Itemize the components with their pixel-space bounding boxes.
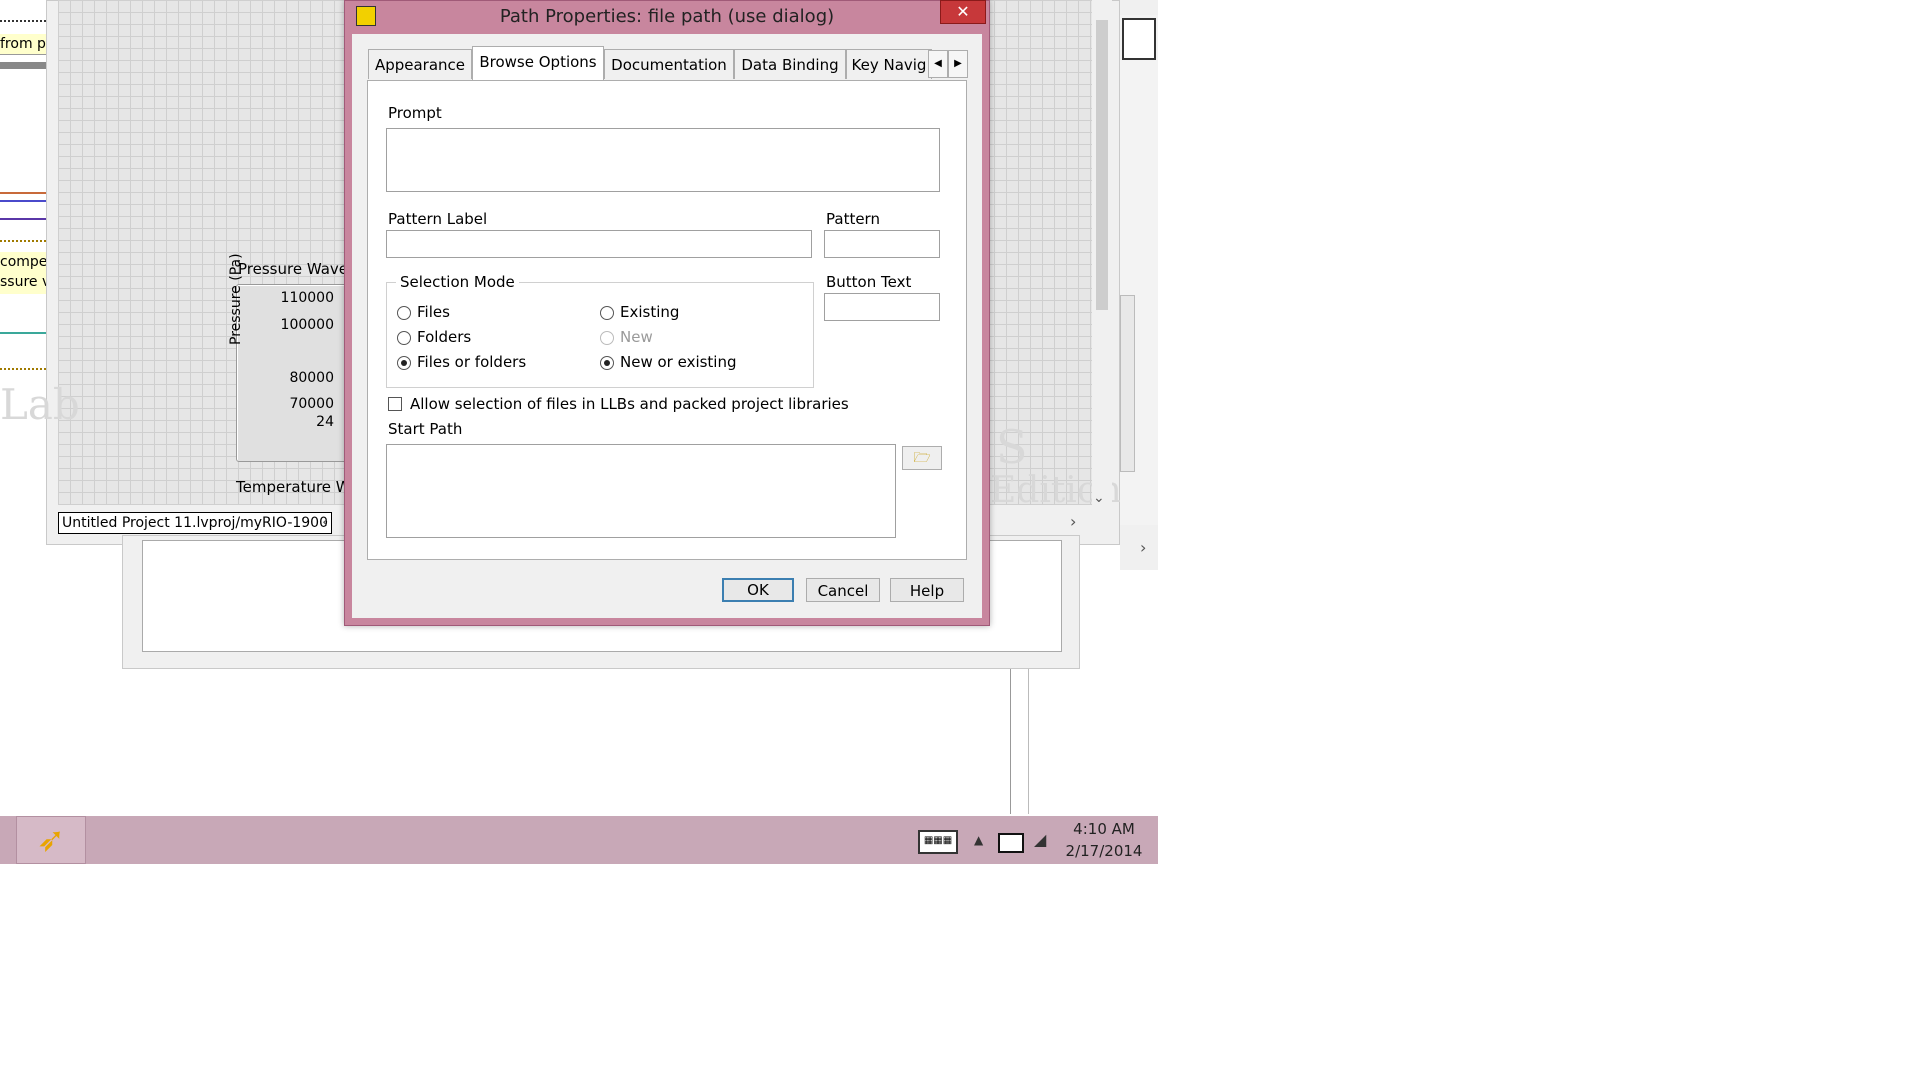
divider-line (1028, 669, 1029, 814)
tab-key-navigation[interactable]: Key Navig (846, 49, 932, 79)
wire-orange (0, 192, 46, 194)
right-side-panel (1120, 295, 1135, 472)
wire-blue (0, 200, 46, 202)
wire-dotted (0, 240, 46, 242)
graph-tick: 70000 (289, 396, 334, 412)
button-text-label: Button Text (826, 273, 912, 291)
clock-time[interactable]: 4:10 AM (1064, 820, 1144, 838)
wire-purple (0, 218, 46, 220)
strip-note-compe: compe ssure va (0, 252, 46, 294)
button-text-input[interactable] (824, 293, 940, 321)
temperature-graph-label: Temperature Wa (236, 478, 359, 496)
start-path-label: Start Path (388, 420, 463, 438)
scroll-right-icon[interactable]: › (1070, 512, 1092, 532)
graph-tick: 80000 (289, 370, 334, 386)
browse-folder-button[interactable]: 🗁 (902, 446, 942, 470)
selection-mode-label: Selection Mode (396, 273, 519, 291)
radio-files-or-folders[interactable] (397, 356, 411, 370)
radio-files-or-folders-label: Files or folders (417, 353, 527, 371)
wire-teal (0, 332, 46, 334)
strip-grey-bar (0, 62, 46, 69)
cancel-button[interactable]: Cancel (806, 578, 880, 602)
pattern-input[interactable] (824, 230, 940, 258)
chevron-left-icon[interactable]: ‹ (322, 512, 328, 531)
graph-tick: 24 (316, 414, 334, 430)
tab-browse-options[interactable]: Browse Options (472, 46, 604, 80)
prompt-label: Prompt (388, 104, 442, 122)
graph-y-axis-label: Pressure (Pa) (228, 253, 244, 345)
labview-app-icon: ➶ (36, 820, 66, 860)
signal-icon[interactable]: ◢ (1034, 830, 1046, 849)
strip-note-from: from p (0, 34, 46, 55)
allow-llb-checkbox[interactable] (388, 397, 402, 411)
radio-existing-label: Existing (620, 303, 680, 321)
wire-dotted-2 (0, 368, 46, 370)
strip-compe-line1: compe (0, 254, 46, 270)
radio-new (600, 331, 614, 345)
close-button[interactable]: ✕ (940, 0, 986, 24)
scroll-right-icon[interactable]: › (1140, 538, 1146, 557)
strip-compe-line2: ssure va (0, 274, 46, 290)
clock-date[interactable]: 2/17/2014 (1064, 842, 1144, 860)
pattern-label-input[interactable] (386, 230, 812, 258)
watermark-left: Lab (0, 380, 80, 429)
radio-files[interactable] (397, 306, 411, 320)
dialog-title: Path Properties: file path (use dialog) (499, 6, 835, 27)
scrollbar-thumb[interactable] (1096, 20, 1108, 310)
tray-expand-icon[interactable]: ▲ (974, 833, 983, 847)
tab-appearance[interactable]: Appearance (368, 49, 472, 79)
allow-llb-label: Allow selection of files in LLBs and pac… (410, 395, 849, 413)
radio-new-label: New (620, 328, 653, 346)
pattern-label-label: Pattern Label (388, 210, 488, 228)
radio-new-or-existing[interactable] (600, 356, 614, 370)
strip-icon-row (0, 20, 46, 32)
divider-line (1010, 669, 1011, 814)
tab-data-binding[interactable]: Data Binding (734, 49, 846, 79)
labview-taskbar-button[interactable]: ➶ (16, 816, 86, 864)
pattern-field-label: Pattern (826, 210, 880, 228)
help-button[interactable]: Help (890, 578, 964, 602)
taskbar (0, 816, 1158, 864)
scroll-down-icon[interactable]: ⌄ (1093, 490, 1111, 508)
execution-target-label[interactable]: Untitled Project 11.lvproj/myRIO-1900 (58, 512, 332, 534)
radio-new-or-existing-label: New or existing (620, 353, 737, 371)
watermark-s: S (996, 420, 1028, 474)
radio-folders-label: Folders (417, 328, 472, 346)
tab-scroll-right-icon[interactable]: ▶ (948, 50, 968, 78)
tab-documentation[interactable]: Documentation (604, 49, 734, 79)
radio-files-label: Files (417, 303, 450, 321)
graph-tick: 110000 (280, 290, 334, 306)
network-icon[interactable] (998, 833, 1024, 853)
folder-icon: 🗁 (913, 450, 931, 466)
tab-scroll-left-icon[interactable]: ◀ (928, 50, 948, 78)
grid-icon[interactable] (1122, 18, 1156, 60)
graph-tick: 100000 (280, 317, 334, 333)
ok-button[interactable]: OK (722, 578, 794, 602)
radio-existing[interactable] (600, 306, 614, 320)
keyboard-icon[interactable]: ▦▦▦ (918, 830, 958, 854)
start-path-input[interactable] (386, 444, 896, 538)
radio-folders[interactable] (397, 331, 411, 345)
prompt-input[interactable] (386, 128, 940, 192)
